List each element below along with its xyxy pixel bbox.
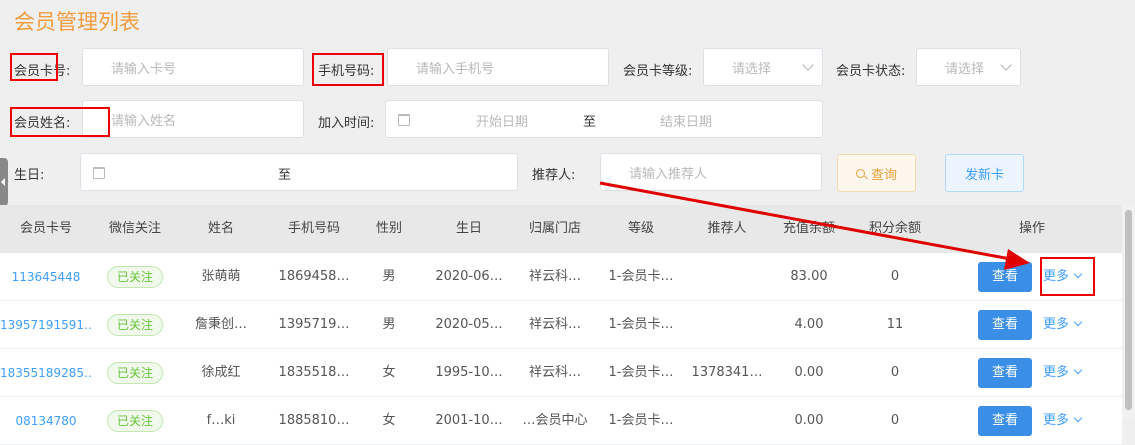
annotation-arrow-icon (599, 181, 1030, 270)
